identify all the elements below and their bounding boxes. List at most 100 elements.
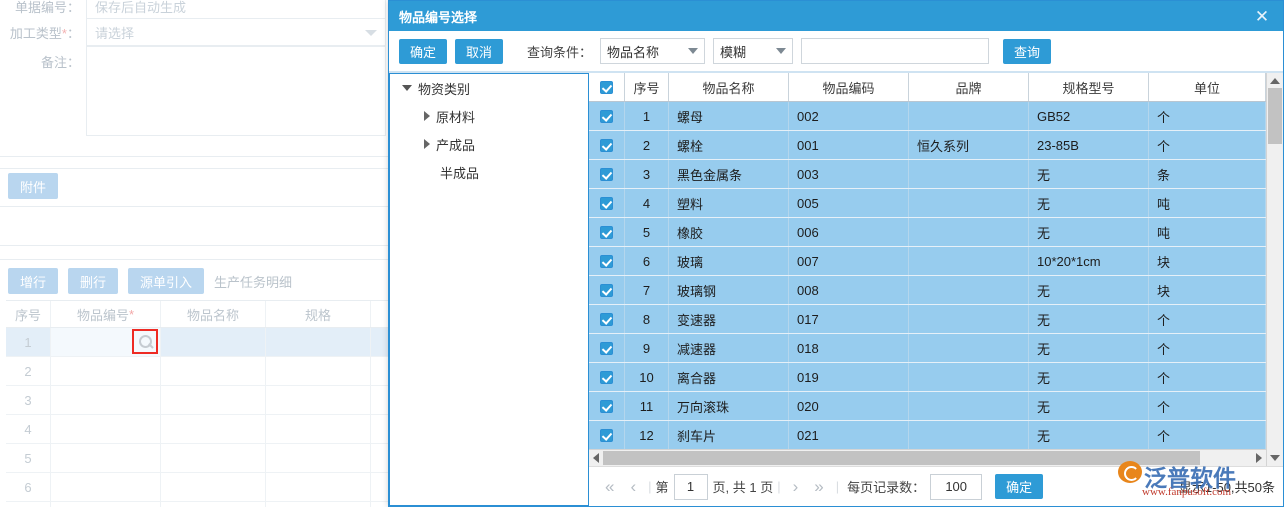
detail-row-spec[interactable]: [266, 386, 371, 414]
hscroll-thumb[interactable]: [603, 451, 1201, 465]
tab-production-task-detail[interactable]: 生产任务明细: [214, 272, 292, 291]
detail-row-item-name[interactable]: [161, 328, 266, 356]
tree-node-2[interactable]: 产成品: [390, 130, 588, 158]
prev-page-icon[interactable]: ‹: [622, 478, 644, 495]
select-all-cell[interactable]: [589, 73, 625, 101]
scroll-right-icon[interactable]: [1256, 453, 1262, 463]
detail-row-spec[interactable]: [266, 415, 371, 443]
table-row[interactable]: 10 离合器 019 无个: [589, 363, 1266, 392]
magnifier-highlight[interactable]: [132, 329, 158, 354]
detail-row-item-code[interactable]: [51, 415, 161, 443]
detail-row-spec[interactable]: [266, 328, 371, 356]
detail-row-item-code[interactable]: [51, 502, 161, 507]
row-checkbox[interactable]: [600, 399, 613, 413]
tree-expand-right-icon[interactable]: [424, 139, 430, 149]
detail-grid-row[interactable]: 3: [6, 386, 401, 415]
row-checkbox-cell[interactable]: [589, 160, 625, 188]
first-page-icon[interactable]: «: [597, 478, 622, 495]
detail-row-item-code[interactable]: [51, 328, 161, 356]
table-row[interactable]: 3 黑色金属条 003 无条: [589, 160, 1266, 189]
detail-row-spec[interactable]: [266, 444, 371, 472]
tree-node-3[interactable]: 半成品: [390, 158, 588, 186]
cancel-button[interactable]: 取消: [455, 38, 503, 64]
row-checkbox-cell[interactable]: [589, 131, 625, 159]
row-checkbox-cell[interactable]: [589, 276, 625, 304]
tree-node-0[interactable]: 物资类别: [390, 74, 588, 102]
magnifier-icon[interactable]: [138, 335, 152, 348]
row-checkbox-cell[interactable]: [589, 189, 625, 217]
table-row[interactable]: 11 万向滚珠 020 无个: [589, 392, 1266, 421]
row-checkbox[interactable]: [600, 254, 613, 268]
attachment-button[interactable]: 附件: [8, 173, 59, 199]
row-checkbox-cell[interactable]: [589, 218, 625, 246]
vertical-scrollbar[interactable]: [1266, 73, 1283, 466]
table-row[interactable]: 1 螺母 002 GB52 个: [589, 102, 1266, 131]
tree-node-1[interactable]: 原材料: [390, 102, 588, 130]
detail-row-item-name[interactable]: [161, 357, 266, 385]
vscroll-track[interactable]: [1267, 84, 1283, 455]
vscroll-thumb[interactable]: [1268, 88, 1282, 144]
detail-grid-row[interactable]: 7: [6, 502, 401, 507]
row-checkbox[interactable]: [600, 196, 613, 210]
textarea-remark[interactable]: [86, 46, 386, 136]
row-checkbox[interactable]: [600, 167, 613, 181]
keyword-input[interactable]: [801, 38, 990, 64]
input-document-no[interactable]: 保存后自动生成: [86, 0, 386, 20]
detail-row-item-code[interactable]: [51, 357, 161, 385]
table-row[interactable]: 9 减速器 018 无个: [589, 334, 1266, 363]
item-code-lookup[interactable]: [51, 328, 160, 356]
detail-row-item-name[interactable]: [161, 386, 266, 414]
row-checkbox[interactable]: [600, 428, 613, 442]
select-process-type[interactable]: 请选择: [86, 18, 386, 46]
add-row-button[interactable]: 增行: [8, 268, 59, 294]
detail-row-spec[interactable]: [266, 357, 371, 385]
query-field-select[interactable]: 物品名称: [600, 38, 706, 64]
detail-grid-row[interactable]: 6: [6, 473, 401, 502]
row-checkbox-cell[interactable]: [589, 334, 625, 362]
tree-expand-right-icon[interactable]: [424, 111, 430, 121]
delete-row-button[interactable]: 删行: [68, 268, 119, 294]
row-checkbox[interactable]: [600, 370, 613, 384]
row-checkbox-cell[interactable]: [589, 421, 625, 449]
detail-row-spec[interactable]: [266, 502, 371, 507]
detail-grid-row[interactable]: 4: [6, 415, 401, 444]
detail-row-item-code[interactable]: [51, 473, 161, 501]
detail-row-spec[interactable]: [266, 473, 371, 501]
row-checkbox[interactable]: [600, 138, 613, 152]
table-row[interactable]: 12 刹车片 021 无个: [589, 421, 1266, 449]
table-row[interactable]: 8 变速器 017 无个: [589, 305, 1266, 334]
detail-grid-row[interactable]: 5: [6, 444, 401, 473]
scroll-down-icon[interactable]: [1270, 455, 1280, 461]
table-row[interactable]: 2 螺栓 001 恒久系列 23-85B 个: [589, 131, 1266, 160]
row-checkbox-cell[interactable]: [589, 247, 625, 275]
page-size-input[interactable]: [930, 473, 983, 500]
page-number-input[interactable]: [673, 473, 708, 500]
detail-row-item-name[interactable]: [161, 473, 266, 501]
detail-grid-row[interactable]: 1: [6, 328, 401, 357]
close-icon[interactable]: ✕: [1251, 5, 1273, 27]
pager-confirm-button[interactable]: 确定: [995, 474, 1044, 499]
detail-row-item-name[interactable]: [161, 502, 266, 507]
match-mode-select[interactable]: 模糊: [713, 38, 794, 64]
next-page-icon[interactable]: ›: [785, 478, 807, 495]
last-page-icon[interactable]: »: [806, 478, 831, 495]
table-row[interactable]: 6 玻璃 007 10*20*1cm 块: [589, 247, 1266, 276]
import-source-button[interactable]: 源单引入: [128, 268, 205, 294]
scroll-left-icon[interactable]: [593, 453, 599, 463]
hscroll-track[interactable]: [603, 450, 1252, 466]
detail-grid-row[interactable]: 2: [6, 357, 401, 386]
detail-row-item-name[interactable]: [161, 415, 266, 443]
row-checkbox[interactable]: [600, 109, 613, 123]
row-checkbox[interactable]: [600, 312, 613, 326]
row-checkbox-cell[interactable]: [589, 102, 625, 130]
row-checkbox[interactable]: [600, 225, 613, 239]
row-checkbox[interactable]: [600, 341, 613, 355]
table-row[interactable]: 4 塑料 005 无吨: [589, 189, 1266, 218]
table-row[interactable]: 5 橡胶 006 无吨: [589, 218, 1266, 247]
row-checkbox-cell[interactable]: [589, 363, 625, 391]
row-checkbox-cell[interactable]: [589, 392, 625, 420]
detail-row-item-code[interactable]: [51, 444, 161, 472]
confirm-button[interactable]: 确定: [399, 38, 447, 64]
horizontal-scrollbar[interactable]: [589, 449, 1266, 466]
row-checkbox[interactable]: [600, 283, 613, 297]
